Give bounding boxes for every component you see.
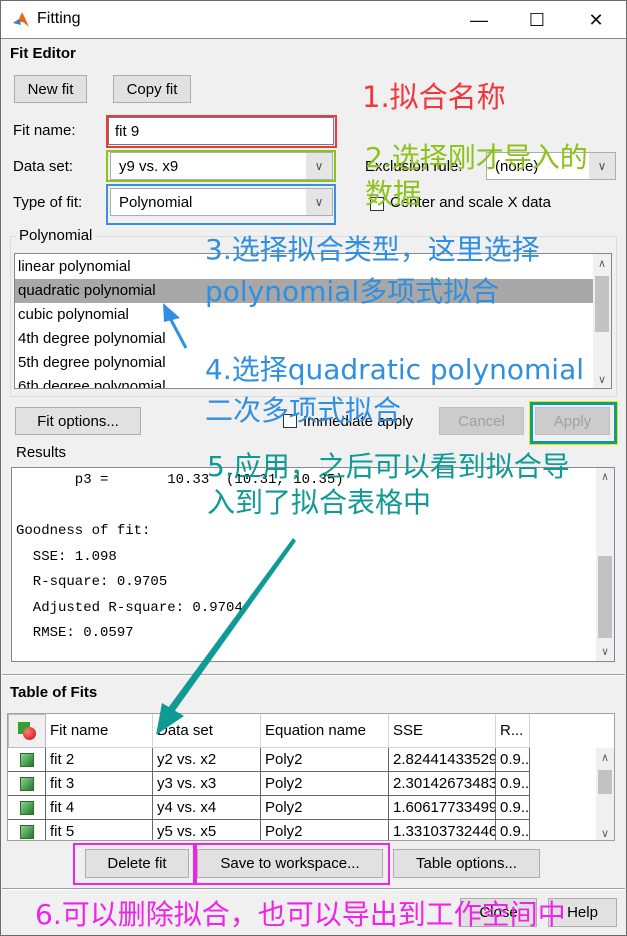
scroll-down-icon[interactable]: ∨ [596,643,614,661]
status-indicator-icon [18,722,36,740]
cell-sse[interactable]: 1.33103732446... [389,820,496,840]
cell-data-set[interactable]: y3 vs. x3 [153,772,261,796]
data-set-value: y9 vs. x9 [111,153,306,179]
cell-status[interactable] [8,796,46,820]
scroll-down-icon[interactable]: ∨ [596,824,614,840]
title-bar: Fitting — ☐ ✕ [1,1,626,39]
cell-r-square[interactable]: 0.9... [496,820,530,840]
fit-visible-icon[interactable] [19,824,34,839]
minimize-icon: — [470,9,488,30]
data-set-select[interactable]: y9 vs. x9 ∨ [110,152,333,180]
fit-options-button[interactable]: Fit options... [15,407,141,435]
table-scrollbar[interactable]: ∧ ∨ [596,748,614,840]
close-window-button[interactable]: ✕ [573,1,619,39]
annotation-step-1: 1.拟合名称 [362,80,506,114]
type-of-fit-value: Polynomial [111,189,306,215]
scroll-down-icon[interactable]: ∨ [593,370,611,388]
fit-visible-icon[interactable] [19,752,34,767]
column-header-r-square[interactable]: R... [496,714,530,748]
type-of-fit-label: Type of fit: [13,194,83,211]
cell-data-set[interactable]: y5 vs. x5 [153,820,261,840]
cell-sse[interactable]: 1.60617733499... [389,796,496,820]
data-set-label: Data set: [13,158,74,175]
type-of-fit-select[interactable]: Polynomial ∨ [110,188,333,216]
chevron-down-icon: ∨ [306,189,332,215]
annotation-step-4-line1: 4.选择quadratic polynomial [205,353,585,386]
cell-sse[interactable]: 2.82441433529... [389,748,496,772]
cell-status[interactable] [8,772,46,796]
cell-data-set[interactable]: y2 vs. x2 [153,748,261,772]
cell-equation-name[interactable]: Poly2 [261,820,389,840]
scroll-up-icon[interactable]: ∧ [596,748,614,766]
cell-sse[interactable]: 2.30142673483... [389,772,496,796]
save-to-workspace-button[interactable]: Save to workspace... [197,849,383,878]
fit-visible-icon[interactable] [19,776,34,791]
polynomial-group-label: Polynomial [16,227,96,244]
results-scrollbar[interactable]: ∧ ∨ [596,468,614,661]
section-divider [2,888,625,890]
annotation-step-2-line2: 数据 [365,177,422,210]
cell-data-set[interactable]: y4 vs. x4 [153,796,261,820]
annotation-step-3-line2: polynomial多项式拟合 [205,275,500,308]
scroll-thumb[interactable] [598,556,612,638]
cell-equation-name[interactable]: Poly2 [261,748,389,772]
column-header-equation-name[interactable]: Equation name [261,714,389,748]
fit-name-input[interactable]: fit 9 [108,117,334,145]
cell-r-square[interactable]: 0.9... [496,796,530,820]
results-line: Adjusted R-square: 0.9704 [16,599,243,616]
column-header-data-set[interactable]: Data set [153,714,261,748]
table-of-fits-title: Table of Fits [10,684,98,701]
annotation-step-6: 6.可以删除拟合，也可以导出到工作空间中 [35,898,566,931]
cell-fit-name[interactable]: fit 3 [46,772,153,796]
cell-fit-name[interactable]: fit 4 [46,796,153,820]
results-label: Results [16,444,67,461]
chevron-down-icon: ∨ [306,153,332,179]
polynomial-list-scrollbar[interactable]: ∧ ∨ [593,254,611,388]
delete-fit-button[interactable]: Delete fit [85,849,189,878]
results-line: SSE: 1.098 [16,548,117,565]
scroll-thumb[interactable] [598,770,612,794]
cell-r-square[interactable]: 0.9... [496,772,530,796]
annotation-step-3-line1: 3.选择拟合类型，这里选择 [205,233,540,266]
column-header-sse[interactable]: SSE [389,714,496,748]
new-fit-button[interactable]: New fit [14,75,87,103]
column-header-status[interactable] [8,714,46,748]
maximize-button[interactable]: ☐ [514,1,560,39]
cell-equation-name[interactable]: Poly2 [261,796,389,820]
column-header-fit-name[interactable]: Fit name [46,714,153,748]
cell-status[interactable] [8,820,46,840]
cell-r-square[interactable]: 0.9... [496,748,530,772]
annotation-step-5-line1: 5.应用，之后可以看到拟合导 [207,450,570,483]
results-line: Goodness of fit: [16,523,151,539]
matlab-logo-icon [13,12,29,27]
table-options-button[interactable]: Table options... [393,849,540,878]
scroll-up-icon[interactable]: ∧ [593,254,611,272]
results-line: RMSE: 0.0597 [16,625,134,641]
annotation-step-2-line1: 2.选择刚才导入的 [365,141,588,174]
fit-editor-title: Fit Editor [10,45,76,62]
cancel-button[interactable]: Cancel [439,407,524,435]
annotation-step-5-line2: 入到了拟合表格中 [207,486,432,519]
fits-table[interactable]: Fit name Data set Equation name SSE R...… [7,713,615,841]
fit-name-label: Fit name: [13,122,76,139]
window-title: Fitting [37,10,81,27]
section-divider [2,674,625,676]
results-line: R-square: 0.9705 [16,574,168,590]
chevron-down-icon: ∨ [589,153,615,179]
apply-button[interactable]: Apply [535,407,610,435]
fit-visible-icon[interactable] [19,800,34,815]
annotation-step-4-line2: 二次多项式拟合 [205,394,402,427]
copy-fit-button[interactable]: Copy fit [113,75,191,103]
scroll-thumb[interactable] [595,276,609,332]
minimize-button[interactable]: — [456,1,502,39]
scroll-up-icon[interactable]: ∧ [596,468,614,486]
cell-equation-name[interactable]: Poly2 [261,772,389,796]
cell-fit-name[interactable]: fit 2 [46,748,153,772]
cell-status[interactable] [8,748,46,772]
cell-fit-name[interactable]: fit 5 [46,820,153,840]
maximize-icon: ☐ [528,9,546,30]
close-icon: ✕ [588,9,604,30]
